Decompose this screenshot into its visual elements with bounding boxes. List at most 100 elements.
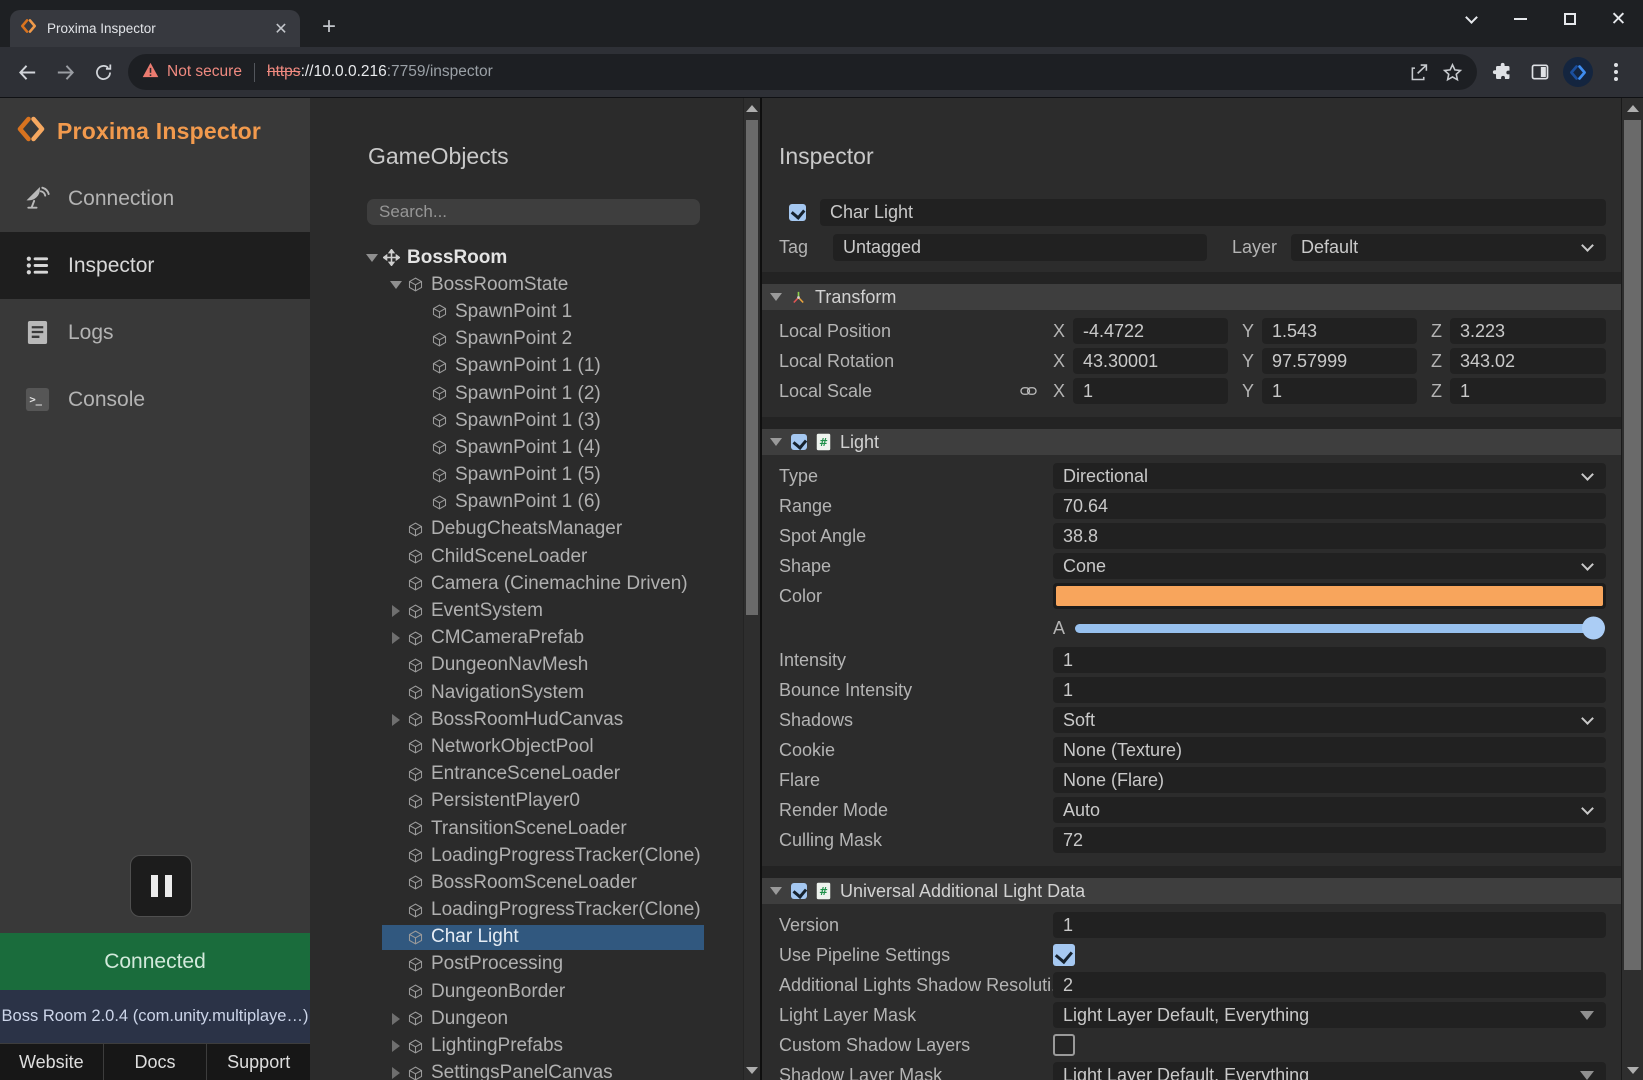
axis-input[interactable]: 3.223 [1450, 318, 1606, 344]
tree-item[interactable]: TransitionSceneLoader [310, 815, 743, 842]
collapse-arrow[interactable] [385, 1067, 407, 1079]
tree-item[interactable]: SpawnPoint 1 (2) [310, 380, 743, 407]
tree-item[interactable]: PostProcessing [310, 951, 743, 978]
proxima-extension-icon[interactable] [1559, 53, 1597, 91]
sidebar-item-logs[interactable]: Logs [0, 299, 310, 366]
tree-item[interactable]: Dungeon [310, 1005, 743, 1032]
property-input[interactable]: 70.64 [1053, 493, 1606, 519]
axis-input[interactable]: 1 [1450, 378, 1606, 404]
tree-item[interactable]: DungeonNavMesh [310, 652, 743, 679]
property-input[interactable]: 1 [1053, 677, 1606, 703]
axis-input[interactable]: 1 [1262, 378, 1417, 404]
scrollbar-thumb[interactable] [1624, 120, 1641, 970]
property-dropdown[interactable]: Auto [1053, 797, 1606, 823]
scroll-down-arrow[interactable] [1622, 1060, 1643, 1080]
mask-dropdown[interactable]: Light Layer Default, Everything [1053, 1002, 1606, 1028]
gameobjects-search-input[interactable] [367, 199, 700, 225]
support-link[interactable]: Support [206, 1044, 310, 1080]
docs-link[interactable]: Docs [103, 1044, 207, 1080]
property-dropdown[interactable]: Cone [1053, 553, 1606, 579]
tree-item[interactable]: LoadingProgressTracker(Clone) [310, 897, 743, 924]
tree-item[interactable]: SpawnPoint 1 (1) [310, 353, 743, 380]
property-input[interactable]: 2 [1053, 972, 1606, 998]
sidebar-item-console[interactable]: >_ Console [0, 366, 310, 433]
tree-item[interactable]: Char Light [310, 924, 743, 951]
tree-item[interactable]: NetworkObjectPool [310, 733, 743, 760]
share-icon[interactable] [1401, 55, 1435, 89]
property-input[interactable]: 1 [1053, 647, 1606, 673]
tree-item[interactable]: BossRoomState [310, 271, 743, 298]
tree-item[interactable]: DungeonBorder [310, 978, 743, 1005]
slider-handle[interactable] [1582, 617, 1605, 640]
window-minimize-button[interactable] [1496, 0, 1545, 38]
collapse-arrow[interactable] [385, 605, 407, 617]
tree-item[interactable]: Camera (Cinemachine Driven) [310, 570, 743, 597]
axis-input[interactable]: 1.543 [1262, 318, 1417, 344]
not-secure-label[interactable]: Not secure [167, 63, 242, 81]
tree-item[interactable]: SpawnPoint 2 [310, 326, 743, 353]
scrollbar-thumb[interactable] [746, 120, 758, 615]
extensions-puzzle-icon[interactable] [1483, 53, 1521, 91]
tree-item[interactable]: EventSystem [310, 597, 743, 624]
website-link[interactable]: Website [0, 1044, 103, 1080]
tree-item[interactable]: LightingPrefabs [310, 1032, 743, 1059]
tree-item[interactable]: BossRoomSceneLoader [310, 869, 743, 896]
tree-item[interactable]: CMCameraPrefab [310, 625, 743, 652]
mask-dropdown[interactable]: Light Layer Default, Everything [1053, 1062, 1606, 1080]
gameobject-enabled-checkbox[interactable] [789, 204, 806, 221]
collapse-arrow[interactable] [385, 714, 407, 726]
tree-item[interactable]: SettingsPanelCanvas [310, 1060, 743, 1080]
sidebar-item-inspector[interactable]: Inspector [0, 232, 310, 299]
tag-field[interactable] [833, 234, 1207, 261]
tree-item[interactable]: EntranceSceneLoader [310, 761, 743, 788]
expand-arrow[interactable] [770, 293, 782, 301]
sidebar-item-connection[interactable]: Connection [0, 165, 310, 232]
axis-input[interactable]: 97.57999 [1262, 348, 1417, 374]
tree-item[interactable]: NavigationSystem [310, 679, 743, 706]
pause-button[interactable] [130, 855, 192, 917]
tree-item[interactable]: PersistentPlayer0 [310, 788, 743, 815]
axis-input[interactable]: 1 [1073, 378, 1228, 404]
tree-item[interactable]: BossRoom [310, 244, 743, 271]
tree-item[interactable]: SpawnPoint 1 [310, 298, 743, 325]
expand-arrow[interactable] [385, 281, 407, 289]
tree-item[interactable]: SpawnPoint 1 (5) [310, 462, 743, 489]
color-field[interactable] [1053, 583, 1606, 609]
tree-item[interactable]: SpawnPoint 1 (6) [310, 489, 743, 516]
window-menu-chevron-icon[interactable] [1447, 0, 1496, 38]
inspector-scrollbar[interactable] [1621, 98, 1643, 1080]
property-input[interactable]: 38.8 [1053, 523, 1606, 549]
scroll-up-arrow[interactable] [744, 98, 760, 118]
collapse-arrow[interactable] [385, 1040, 407, 1052]
bookmark-star-icon[interactable] [1435, 55, 1469, 89]
tree-item[interactable]: SpawnPoint 1 (3) [310, 407, 743, 434]
component-enabled-checkbox[interactable] [791, 434, 807, 450]
gameobjects-scrollbar[interactable] [743, 98, 760, 1080]
property-input[interactable]: 1 [1053, 912, 1606, 938]
new-tab-button[interactable]: + [314, 12, 344, 42]
expand-arrow[interactable] [361, 254, 383, 262]
tab-close-icon[interactable]: ✕ [272, 20, 290, 38]
collapse-arrow[interactable] [385, 632, 407, 644]
axis-input[interactable]: 343.02 [1450, 348, 1606, 374]
tree-item[interactable]: ChildSceneLoader [310, 543, 743, 570]
component-enabled-checkbox[interactable] [791, 883, 807, 899]
collapse-arrow[interactable] [385, 1013, 407, 1025]
property-input[interactable]: None (Texture) [1053, 737, 1606, 763]
tree-item[interactable]: BossRoomHudCanvas [310, 706, 743, 733]
reload-button[interactable] [84, 53, 122, 91]
property-checkbox[interactable] [1053, 944, 1075, 966]
url-text[interactable]: https://10.0.0.216:7759/inspector [267, 63, 493, 81]
gameobject-name-field[interactable] [820, 199, 1606, 226]
link-icon[interactable] [1020, 386, 1037, 396]
axis-input[interactable]: -4.4722 [1073, 318, 1228, 344]
tree-item[interactable]: SpawnPoint 1 (4) [310, 434, 743, 461]
address-bar[interactable]: Not secure https://10.0.0.216:7759/inspe… [128, 54, 1477, 90]
expand-arrow[interactable] [770, 887, 782, 895]
browser-menu-kebab-icon[interactable] [1597, 53, 1635, 91]
scroll-up-arrow[interactable] [1622, 98, 1643, 118]
scroll-down-arrow[interactable] [744, 1060, 760, 1080]
property-dropdown[interactable]: Soft [1053, 707, 1606, 733]
axis-input[interactable]: 43.30001 [1073, 348, 1228, 374]
tree-item[interactable]: LoadingProgressTracker(Clone) [310, 842, 743, 869]
